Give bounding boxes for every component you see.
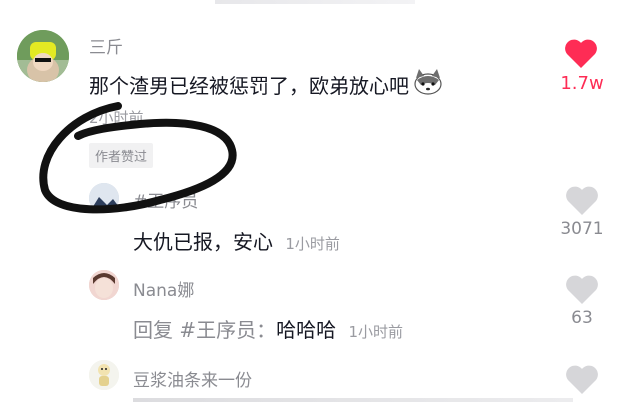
scribble-annotation xyxy=(39,102,237,214)
